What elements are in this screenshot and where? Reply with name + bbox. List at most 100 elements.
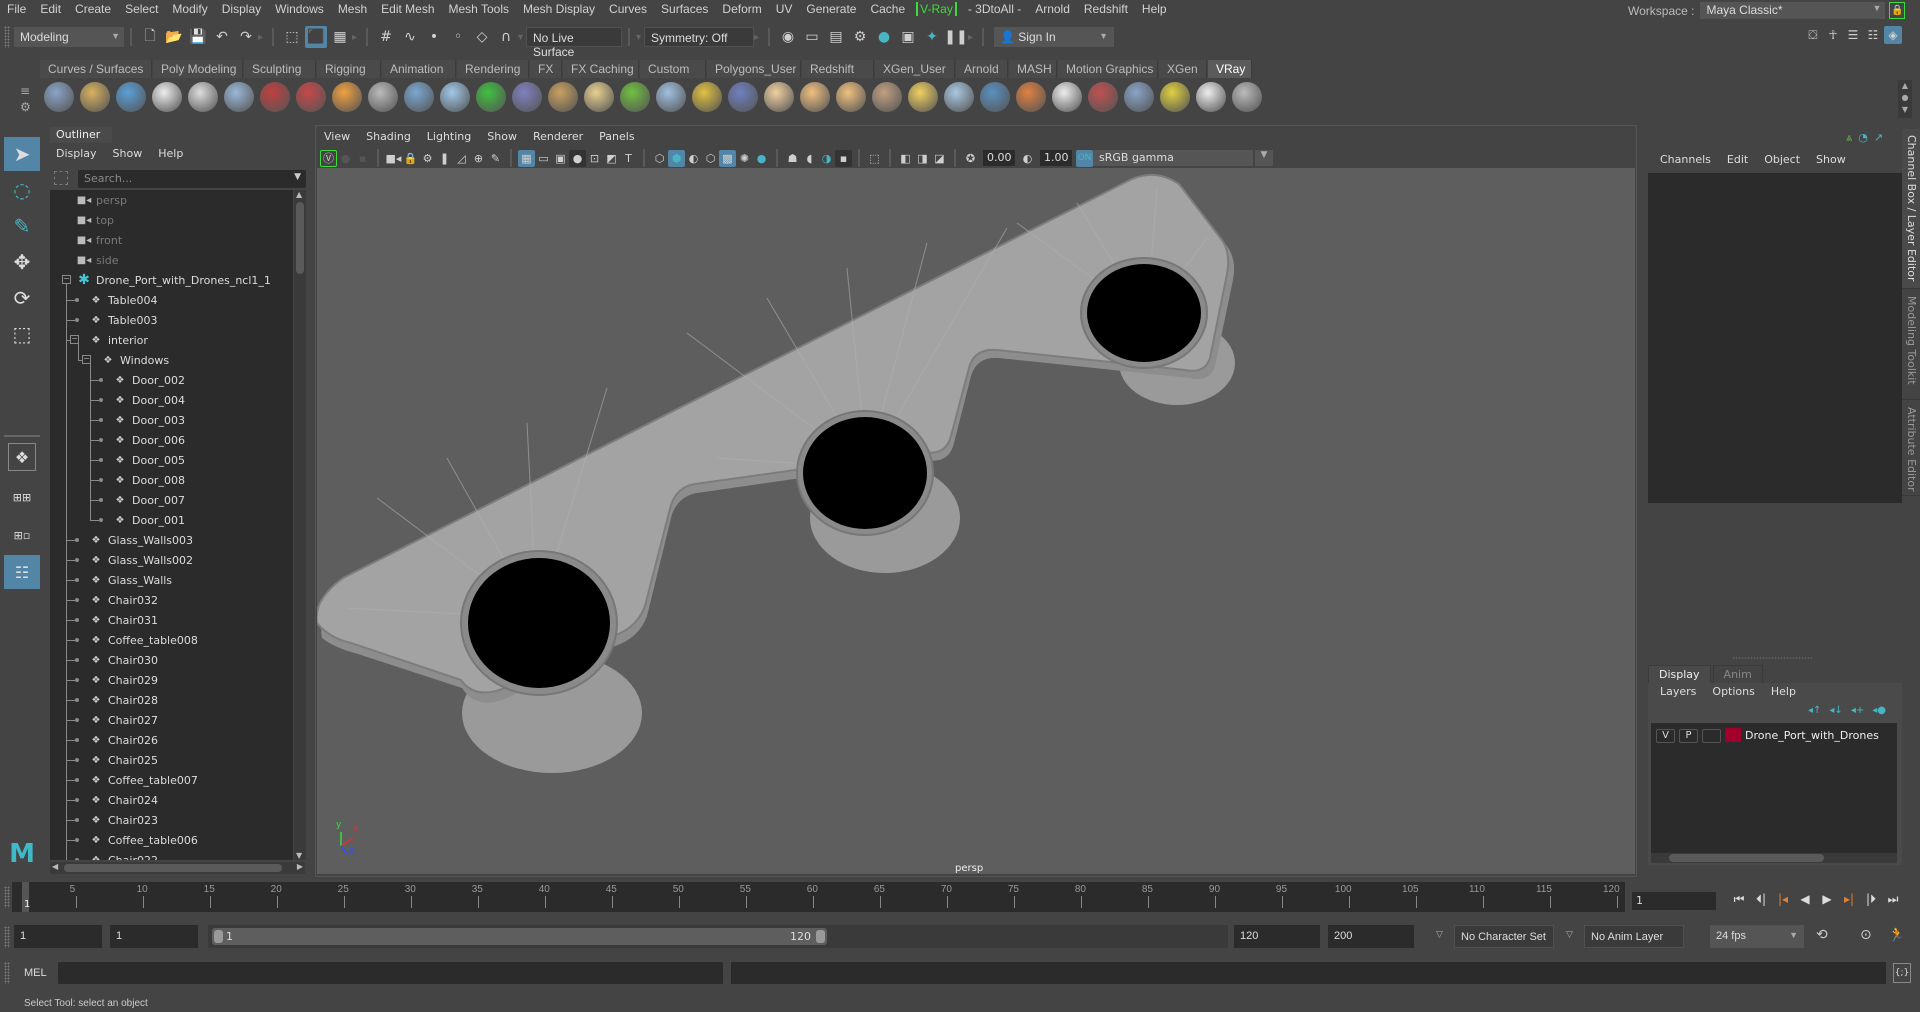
vray-sphere-fade-icon[interactable] — [584, 82, 614, 112]
menu-deform[interactable]: Deform — [715, 2, 768, 16]
range-end-handle[interactable] — [816, 930, 825, 943]
step-back-key-icon[interactable]: ⏴| — [1750, 892, 1772, 907]
human-ik-icon[interactable]: ☥ — [1824, 26, 1842, 44]
color-space-dropdown[interactable]: sRGB gamma — [1093, 150, 1253, 166]
shelf-tab-motion-graphics[interactable]: Motion Graphics — [1058, 60, 1158, 78]
vray-settings-icon[interactable] — [1124, 82, 1154, 112]
vray-scene-tree-icon[interactable] — [116, 82, 146, 112]
chevron-down-icon[interactable]: ▼ — [1255, 150, 1273, 166]
rotate-tool-icon[interactable]: ⟳ — [4, 281, 40, 315]
snap-curve-icon[interactable]: ∿ — [399, 26, 421, 48]
vray-volume-grid-icon[interactable] — [368, 82, 398, 112]
paint-select-tool-icon[interactable]: ✎ — [4, 209, 40, 243]
auto-key-icon[interactable]: ⊙ — [1860, 927, 1872, 943]
vray-import-icon[interactable] — [80, 82, 110, 112]
menu-cache[interactable]: Cache — [863, 2, 912, 16]
scrollbar-thumb[interactable] — [64, 864, 282, 872]
shadows-icon[interactable]: ● — [753, 150, 770, 167]
viewport-menu-panels[interactable]: Panels — [591, 130, 642, 146]
grease-pencil-icon[interactable]: ✎ — [487, 150, 504, 167]
menu-edit[interactable]: Edit — [33, 2, 68, 16]
menu-vray[interactable]: V-Ray — [916, 2, 957, 16]
menu-mesh[interactable]: Mesh — [331, 2, 374, 16]
menu-select[interactable]: Select — [118, 2, 165, 16]
outliner-item[interactable]: ❖ Chair023 — [50, 810, 290, 830]
chevron-down-icon[interactable]: ▾ — [636, 28, 644, 46]
resolution-gate-icon[interactable]: ▣ — [552, 150, 569, 167]
exposure-icon[interactable]: ✪ — [962, 150, 979, 167]
exposure-field[interactable]: 0.00 — [983, 150, 1015, 166]
move-tool-icon[interactable]: ✥ — [4, 245, 40, 279]
splitter-handle[interactable] — [1732, 657, 1812, 659]
shelf-tab-poly-modeling[interactable]: Poly Modeling — [153, 60, 243, 78]
drag-handle[interactable] — [4, 926, 10, 948]
sign-in-button[interactable]: 👤 Sign In ▼ — [994, 27, 1114, 47]
filter-icon[interactable] — [54, 171, 68, 185]
outliner-item[interactable]: ❖ Chair028 — [50, 690, 290, 710]
shelf-tab-animation[interactable]: Animation — [382, 60, 456, 78]
chevron-down-icon[interactable]: ▽ — [1566, 930, 1573, 940]
outliner-item[interactable]: ❖ Chair026 — [50, 730, 290, 750]
channel-menu-show[interactable]: Show — [1808, 153, 1854, 166]
depth-of-field-icon[interactable]: ▪ — [835, 149, 852, 167]
snap-point-icon[interactable]: • — [423, 26, 445, 48]
ipr-render-icon[interactable]: ▤ — [825, 26, 847, 48]
vray-sphere-light-icon[interactable] — [728, 82, 758, 112]
outliner-item[interactable]: ❖ Chair022 — [50, 850, 290, 861]
layer-horizontal-scrollbar[interactable] — [1651, 853, 1897, 863]
select-hierarchy-icon[interactable]: ⬚ — [281, 26, 303, 48]
outliner-item[interactable]: ❖ Door_001 — [50, 510, 290, 530]
outliner-item[interactable]: ❖ Table004 — [50, 290, 290, 310]
viewport-menu-show[interactable]: Show — [479, 130, 525, 146]
command-input[interactable] — [58, 962, 723, 984]
vray-spline-icon[interactable] — [692, 82, 722, 112]
vray-grass-icon[interactable] — [620, 82, 650, 112]
end-time-field[interactable]: 200 — [1328, 925, 1414, 948]
outliner-item[interactable]: ❖ Chair024 — [50, 790, 290, 810]
drag-handle[interactable] — [4, 962, 10, 984]
gate-mask-icon[interactable]: ● — [569, 149, 586, 167]
vray-spot-light-icon[interactable] — [800, 82, 830, 112]
layer-visibility-toggle[interactable]: V — [1656, 729, 1675, 743]
play-backwards-icon[interactable]: ◀ — [1794, 892, 1816, 907]
outliner-item[interactable]: ❖ Coffee_table007 — [50, 770, 290, 790]
persp-outliner-layout-icon[interactable]: ⊞▫ — [4, 518, 40, 552]
scroll-left-icon[interactable]: ◀ — [52, 862, 58, 871]
outliner-menu-show[interactable]: Show — [105, 145, 151, 163]
outliner-item[interactable]: ❖ Door_004 — [50, 390, 290, 410]
vray-checker-icon[interactable] — [1052, 82, 1082, 112]
vray-logo-icon[interactable] — [152, 82, 182, 112]
viewport-menu-shading[interactable]: Shading — [358, 130, 419, 146]
vray-mtl-wrapper-icon[interactable] — [512, 82, 542, 112]
layer-row[interactable]: V P Drone_Port_with_Drones — [1651, 723, 1897, 747]
shelf-tab-xgen[interactable]: XGen — [1159, 60, 1207, 78]
drag-handle[interactable] — [4, 886, 10, 908]
layer-menu-help[interactable]: Help — [1763, 685, 1804, 698]
collapse-arrow[interactable]: ▸ — [352, 28, 360, 46]
outliner-camera-front[interactable]: ■◂ front — [50, 230, 290, 250]
scroll-up-icon[interactable]: ▲ — [296, 190, 302, 199]
field-chart-icon[interactable]: ⊡ — [586, 150, 603, 167]
xray-joints-icon[interactable]: ◪ — [931, 150, 948, 167]
outliner-item[interactable]: ❖ Door_007 — [50, 490, 290, 510]
outliner-horizontal-scrollbar[interactable]: ◀ ▶ — [50, 862, 305, 874]
playback-start-field[interactable]: 1 — [110, 925, 198, 948]
scale-tool-icon[interactable]: ⬚ — [4, 317, 40, 351]
modeling-toolkit-icon[interactable]: ⛋ — [1804, 26, 1822, 44]
gamma-field[interactable]: 1.00 — [1040, 150, 1072, 166]
vray-proxy-icon[interactable] — [404, 82, 434, 112]
bookmark-icon[interactable]: ❚ — [436, 150, 453, 167]
hyper-icon[interactable]: ↗ — [1874, 131, 1883, 145]
vray-fur-icon[interactable] — [440, 82, 470, 112]
outliner-item[interactable]: ❖ Door_005 — [50, 450, 290, 470]
light-editor-icon[interactable]: ✦ — [921, 26, 943, 48]
2d-pan-zoom-icon[interactable]: ⊕ — [470, 150, 487, 167]
outliner-item[interactable]: ❖ Chair032 — [50, 590, 290, 610]
lasso-tool-icon[interactable]: ◌ — [4, 173, 40, 207]
vray-region-icon[interactable]: ▪ — [354, 150, 371, 167]
vray-clipper-icon[interactable] — [656, 82, 686, 112]
tab-channel-box-layer-editor[interactable]: Channel Box / Layer Editor — [1902, 129, 1920, 289]
loop-icon[interactable]: ⟲ — [1816, 927, 1828, 943]
outliner-menu-display[interactable]: Display — [48, 145, 105, 163]
vray-light-lister-icon[interactable] — [1160, 82, 1190, 112]
